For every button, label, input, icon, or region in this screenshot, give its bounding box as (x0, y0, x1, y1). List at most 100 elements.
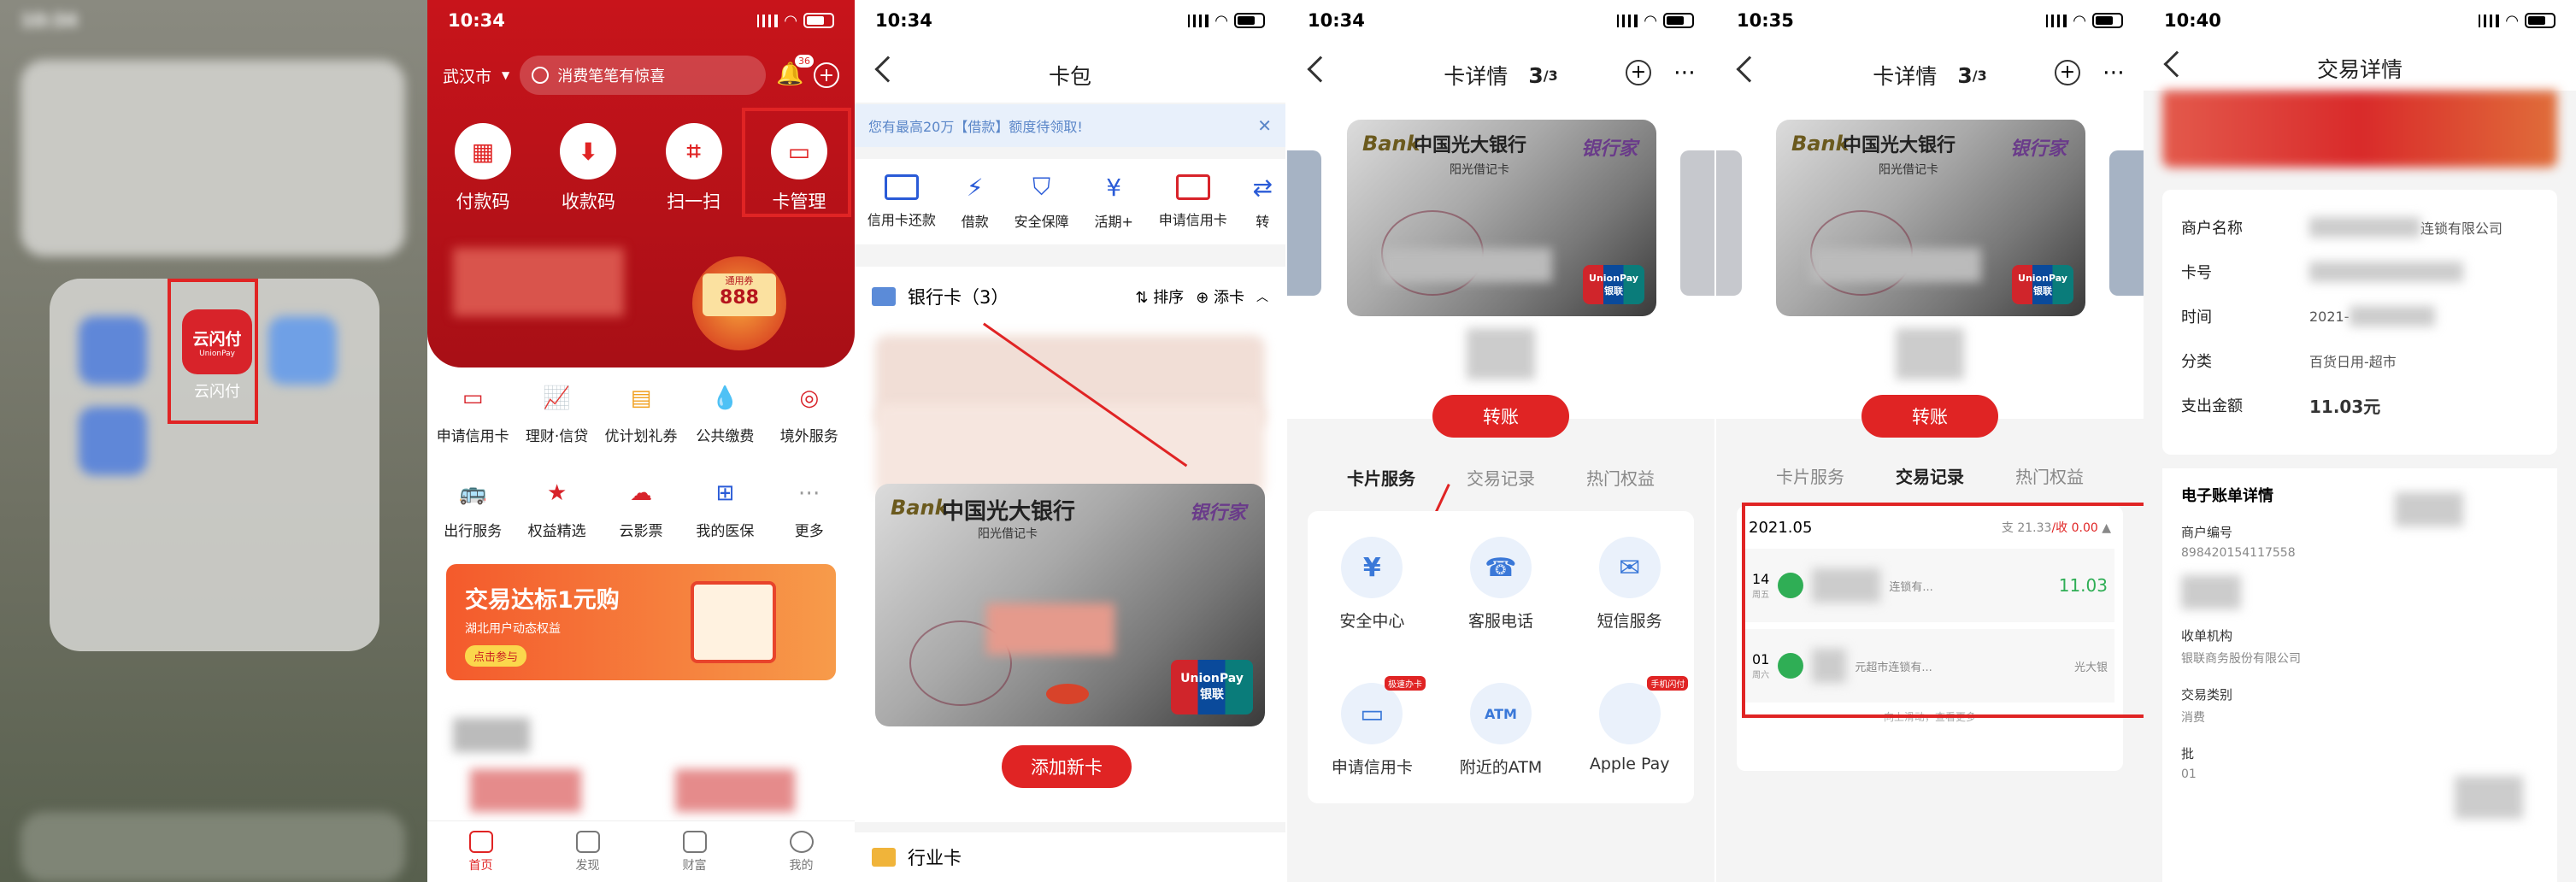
close-icon[interactable]: ✕ (1257, 115, 1272, 136)
service-nearby-atm[interactable]: ATM 附近的ATM (1437, 683, 1566, 778)
tab-mine[interactable]: 我的 (789, 830, 814, 873)
chevron-up-icon[interactable]: ︿ (1256, 288, 1268, 305)
service-travel[interactable]: 🚌 出行服务 (431, 476, 515, 540)
service-apple-pay[interactable]: Apple Pay 手机闪付 (1565, 676, 1694, 778)
acquirer-value: 银联商务股份有限公司 (2181, 652, 2301, 666)
tab-transactions[interactable]: 交易记录 (1467, 465, 1535, 490)
next-card-peek[interactable] (2109, 150, 2144, 296)
shortcut-label: 借款 (961, 213, 989, 230)
chart-icon: 📈 (543, 385, 571, 411)
download-icon: ⬇ (560, 123, 617, 179)
tab-discover[interactable]: 发现 (575, 830, 600, 873)
more-icon[interactable]: ⋯ (1673, 60, 1696, 85)
service-security-center[interactable]: ¥ 安全中心 (1308, 537, 1437, 632)
app-icon-blurred-2[interactable] (79, 407, 147, 475)
card-brand: Bank (891, 496, 949, 520)
service-medical[interactable]: ⊞ 我的医保 (683, 476, 767, 540)
prev-card-peek[interactable] (1287, 150, 1321, 296)
add-new-card-button[interactable]: 添加新卡 (1002, 745, 1132, 788)
shortcut-demand[interactable]: ¥ 活期+ (1094, 173, 1132, 231)
bill-title: 电子账单详情 (2181, 487, 2273, 505)
battery-icon (2092, 13, 2123, 28)
notice-bar[interactable]: 您有最高20万【借款】额度待领取! ✕ (855, 104, 1285, 147)
signal-icon (757, 14, 779, 27)
industry-title: 行业卡 (908, 848, 962, 868)
label: 商户名称 (2181, 220, 2243, 238)
shortcut-loan[interactable]: ⚡ 借款 (962, 173, 989, 231)
shortcut-row: 信用卡还款 ⚡ 借款 ⛉ 安全保障 ¥ 活期+ 申请信用卡 ⇄ 转 (855, 159, 1285, 244)
unionpay-cn: 银联 (1200, 688, 1224, 702)
promo-card[interactable]: 交易达标1元购 湖北用户动态权益 点击参与 (446, 564, 836, 680)
service-utility[interactable]: 💧 公共缴费 (683, 381, 767, 445)
search-bar[interactable]: 消费笔笔有惊喜 (520, 56, 766, 95)
shortcut-apply-card[interactable]: 申请信用卡 (1159, 174, 1227, 229)
add-card-button[interactable]: ⊕ 添卡 (1196, 285, 1244, 308)
service-movie[interactable]: ☁ 云影票 (599, 476, 683, 540)
tab-transactions[interactable]: 交易记录 (1896, 463, 1964, 488)
card-icon (1175, 174, 1210, 200)
bank-card-image[interactable]: Bank 中国光大银行 阳光借记卡 银行家 UnionPay 银联 (1776, 120, 2085, 316)
mail-icon: ✉ (1598, 537, 1661, 598)
service-label: 附近的ATM (1459, 758, 1543, 777)
more-icon[interactable]: ⋯ (2103, 60, 2125, 85)
service-finance[interactable]: 📈 理财·信贷 (515, 381, 598, 445)
qr-icon: ▦ (455, 123, 511, 179)
summary-card: 商户名称 连锁有限公司 卡号 时间 2021- 分类 百货日用-超市 支出金额 11.0… (2162, 190, 2557, 455)
pay-code-button[interactable]: ▦ 付款码 (436, 123, 530, 214)
page-title: 交易详情 (2316, 57, 2403, 82)
add-circle-icon[interactable]: + (2055, 60, 2080, 85)
service-rights[interactable]: ★ 权益精选 (515, 476, 598, 540)
prev-card-peek[interactable] (1716, 150, 1742, 296)
plus-icon[interactable]: + (814, 62, 839, 88)
scan-button[interactable]: ⌗ 扫一扫 (647, 123, 741, 214)
shortcut-credit-repay[interactable]: 信用卡还款 (867, 174, 936, 229)
app-icon-blurred-3[interactable] (268, 316, 337, 385)
atm-icon: ATM (1469, 683, 1532, 744)
tab-card-services[interactable]: 卡片服务 (1776, 463, 1844, 488)
transfer-icon: ⇄ (1252, 173, 1273, 202)
unionpay-logo: UnionPay 银联 (1171, 660, 1253, 714)
card-brand: Bank (1362, 132, 1420, 156)
bank-card-image[interactable]: Bank 中国光大银行 阳光借记卡 银行家 UnionPay 银联 (1347, 120, 1656, 316)
transfer-button[interactable]: 转账 (1432, 395, 1569, 438)
panel-transaction-detail: 10:40 ◠ 交易详情 商户名称 连锁有限公司 卡号 时间 2021- 分类 百货日用… (2144, 0, 2576, 882)
tab-wealth[interactable]: 财富 (682, 830, 707, 873)
receive-code-button[interactable]: ⬇ 收款码 (541, 123, 635, 214)
service-label: 更多 (794, 523, 824, 540)
industry-card-section[interactable]: 行业卡 (855, 832, 1285, 882)
mosaic-block (2181, 575, 2241, 609)
service-credit-card[interactable]: ▭ 申请信用卡 (431, 381, 515, 445)
bank-card-image[interactable]: Bank 中国光大银行 阳光借记卡 银行家 UnionPay 银联 (875, 484, 1265, 726)
merchant-mosaic (2309, 217, 2420, 238)
city-selector[interactable]: 武汉市 (443, 64, 491, 87)
bell-icon[interactable]: 🔔 36 (776, 55, 814, 89)
sort-button[interactable]: ⇅ 排序 (1135, 285, 1184, 308)
service-sms[interactable]: ✉ 短信服务 (1565, 537, 1694, 632)
tab-benefits[interactable]: 热门权益 (1586, 465, 1655, 490)
service-hotline[interactable]: ☎ 客服电话 (1437, 537, 1566, 632)
shortcut-transfer[interactable]: ⇄ 转 (1253, 173, 1273, 231)
service-overseas[interactable]: ◎ 境外服务 (768, 381, 851, 445)
service-coupons[interactable]: ▤ 优计划礼券 (599, 381, 683, 445)
card-number-mosaic (1381, 248, 1552, 282)
promo-button[interactable]: 点击参与 (465, 645, 527, 667)
panel-app-home: 10:34 ◠ 武汉市 ▼ 消费笔笔有惊喜 🔔 36 + ▦ 付款码 ⬇ 收款码 ⌗ 扫一扫… (427, 0, 855, 882)
transfer-button[interactable]: 转账 (1861, 395, 1998, 438)
app-icon-blurred-1[interactable] (79, 316, 147, 385)
tab-home[interactable]: 首页 (468, 830, 493, 873)
next-card-peek[interactable] (1680, 150, 1714, 296)
tab-card-services[interactable]: 卡片服务 (1347, 465, 1415, 490)
unionpay-en: UnionPay (1180, 672, 1244, 685)
tab-label: 发现 (575, 858, 600, 873)
add-circle-icon[interactable]: + (1626, 60, 1651, 85)
dock (21, 812, 405, 882)
type-value: 消费 (2181, 711, 2205, 725)
service-more[interactable]: ⋯ 更多 (768, 476, 851, 540)
battery-icon (2525, 13, 2555, 28)
star-icon: ★ (546, 480, 568, 506)
card-icon (884, 174, 919, 200)
tab-benefits[interactable]: 热门权益 (2015, 463, 2084, 488)
promo-banner[interactable]: 通用券 888 (427, 239, 855, 368)
service-apply-credit[interactable]: ▭ 申请信用卡 极速办卡 (1308, 676, 1437, 778)
shortcut-security[interactable]: ⛉ 安全保障 (1015, 173, 1069, 231)
